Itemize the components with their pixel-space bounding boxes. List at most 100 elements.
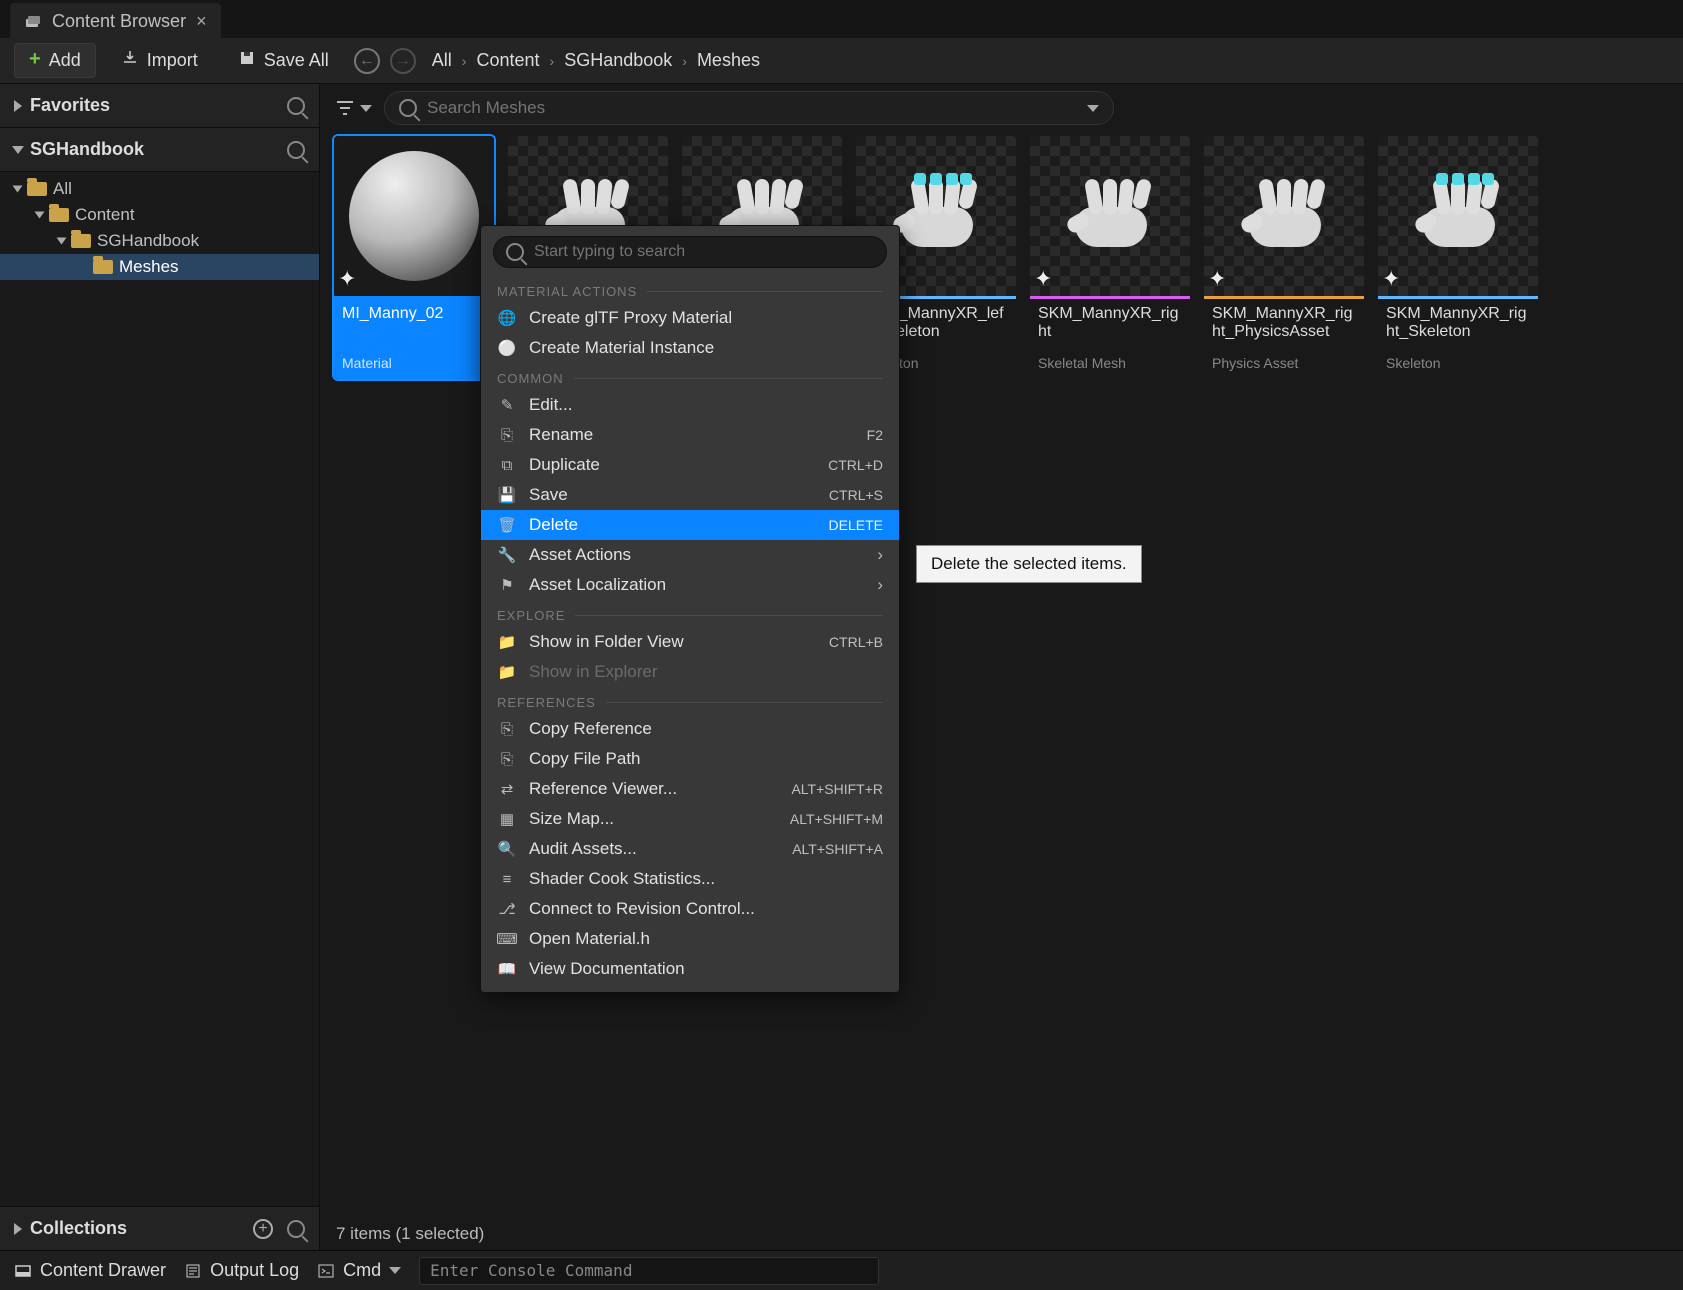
save-all-button[interactable]: Save All: [223, 42, 344, 79]
asset-thumbnail: ✦: [1204, 136, 1364, 296]
context-menu-item-asset-actions[interactable]: 🔧Asset Actions›: [481, 540, 899, 570]
context-menu-item-asset-localization[interactable]: ⚑Asset Localization›: [481, 570, 899, 600]
favorites-section-header[interactable]: Favorites: [0, 84, 319, 128]
rename-icon: ⎘: [497, 425, 517, 445]
asset-type: Physics Asset: [1204, 355, 1364, 379]
context-menu-item-duplicate[interactable]: ⧉DuplicateCTRL+D: [481, 450, 899, 480]
chevron-icon: [35, 212, 45, 219]
tree-row-content[interactable]: Content: [0, 202, 319, 228]
trash-icon: 🗑: [497, 515, 517, 535]
breadcrumb-item[interactable]: Meshes: [697, 50, 760, 71]
context-menu-item-save[interactable]: 💾SaveCTRL+S: [481, 480, 899, 510]
context-menu-item-reference-viewer[interactable]: ⇄Reference Viewer...ALT+SHIFT+R: [481, 774, 899, 804]
search-icon[interactable]: [287, 97, 305, 115]
context-menu-item-connect-to-revision-control[interactable]: ⎇Connect to Revision Control...: [481, 894, 899, 924]
asset-card[interactable]: ✦ SKM_MannyXR_right_PhysicsAssetPhysics A…: [1204, 136, 1364, 379]
chevron-right-icon: ›: [462, 53, 467, 69]
shortcut-label: CTRL+B: [829, 634, 883, 650]
breadcrumb-item[interactable]: SGHandbook: [564, 50, 672, 71]
shortcut-label: ALT+SHIFT+R: [791, 781, 883, 797]
add-button[interactable]: + Add: [14, 43, 96, 78]
context-menu-item-delete[interactable]: 🗑DeleteDELETE: [481, 510, 899, 540]
breadcrumb-item[interactable]: Content: [476, 50, 539, 71]
asset-card[interactable]: ✦MI_Manny_02Material: [334, 136, 494, 379]
context-menu-item-create-material-instance[interactable]: ⚪Create Material Instance: [481, 333, 899, 363]
console-input[interactable]: Enter Console Command: [419, 1257, 879, 1285]
folder-icon: 📁: [497, 632, 517, 652]
context-menu-item-shader-cook-statistics[interactable]: ≡Shader Cook Statistics...: [481, 864, 899, 894]
audit-icon: 🔍: [497, 839, 517, 859]
tree-row-meshes[interactable]: Meshes: [0, 254, 319, 280]
project-section-header[interactable]: SGHandbook: [0, 128, 319, 172]
graph-icon: ⇄: [497, 779, 517, 799]
asset-search-input[interactable]: [384, 91, 1114, 125]
context-menu-item-rename[interactable]: ⎘RenameF2: [481, 420, 899, 450]
filter-button[interactable]: [334, 97, 372, 119]
search-icon[interactable]: [287, 1220, 305, 1238]
context-menu-item-copy-reference[interactable]: ⎘Copy Reference: [481, 714, 899, 744]
context-menu-item-copy-file-path[interactable]: ⎘Copy File Path: [481, 744, 899, 774]
context-menu-item-create-gltf-proxy-material[interactable]: 🌐Create glTF Proxy Material: [481, 303, 899, 333]
search-icon: [506, 243, 524, 261]
folder-icon: [49, 208, 69, 222]
asset-name: SKM_MannyXR_right: [1030, 299, 1190, 355]
asset-card[interactable]: ✦ SKM_MannyXR_right_SkeletonSkeleton: [1378, 136, 1538, 379]
close-icon[interactable]: ×: [196, 11, 207, 32]
context-menu-section-header: REFERENCES: [481, 687, 899, 714]
context-menu-search[interactable]: [493, 236, 887, 268]
tree-row-all[interactable]: All: [0, 176, 319, 202]
content-drawer-button[interactable]: Content Drawer: [14, 1260, 166, 1281]
context-menu-item-edit[interactable]: ✎Edit...: [481, 390, 899, 420]
asset-name: SKM_MannyXR_right_PhysicsAsset: [1204, 299, 1364, 355]
asset-name: MI_Manny_02: [334, 299, 494, 355]
log-icon: [184, 1262, 202, 1280]
context-menu-item-show-in-folder-view[interactable]: 📁Show in Folder ViewCTRL+B: [481, 627, 899, 657]
folder-icon: [93, 260, 113, 274]
sphere-s-icon: ⚪: [497, 338, 517, 358]
collections-section-header[interactable]: Collections +: [0, 1206, 319, 1250]
chevron-right-icon: ›: [877, 575, 883, 595]
shortcut-label: F2: [867, 427, 883, 443]
cmd-dropdown[interactable]: Cmd: [317, 1260, 401, 1281]
chevron-right-icon: ›: [682, 53, 687, 69]
tab-title: Content Browser: [52, 11, 186, 32]
chevron-down-icon[interactable]: [1087, 105, 1099, 112]
import-button[interactable]: Import: [106, 42, 213, 79]
output-log-button[interactable]: Output Log: [184, 1260, 299, 1281]
asset-thumbnail: ✦: [1030, 136, 1190, 296]
folder-icon: [27, 182, 47, 196]
asset-type: Skeleton: [1378, 355, 1538, 379]
breadcrumb-item[interactable]: All: [432, 50, 452, 71]
branch-icon: ⎇: [497, 899, 517, 919]
add-collection-button[interactable]: +: [253, 1219, 273, 1239]
star-icon: ✦: [1208, 266, 1226, 292]
asset-thumbnail: ✦: [1378, 136, 1538, 296]
tooltip: Delete the selected items.: [916, 545, 1142, 583]
context-menu-item-view-documentation[interactable]: 📖View Documentation: [481, 954, 899, 984]
star-icon: ✦: [1382, 266, 1400, 292]
folder-stack-icon: [24, 13, 42, 31]
code-icon: ⌨: [497, 929, 517, 949]
context-menu-section-header: MATERIAL ACTIONS: [481, 276, 899, 303]
chevron-right-icon: [14, 100, 22, 112]
context-menu-item-show-in-explorer: 📁Show in Explorer: [481, 657, 899, 687]
tree-row-sghandbook[interactable]: SGHandbook: [0, 228, 319, 254]
context-menu-item-size-map[interactable]: ▦Size Map...ALT+SHIFT+M: [481, 804, 899, 834]
cook-icon: ≡: [497, 869, 517, 889]
star-icon: ✦: [338, 266, 356, 292]
asset-card[interactable]: ✦SKM_MannyXR_rightSkeletal Mesh: [1030, 136, 1190, 379]
context-menu-item-open-material-h[interactable]: ⌨Open Material.h: [481, 924, 899, 954]
asset-name: SKM_MannyXR_right_Skeleton: [1378, 299, 1538, 355]
shortcut-label: ALT+SHIFT+M: [790, 811, 883, 827]
context-menu-section-header: COMMON: [481, 363, 899, 390]
dup-icon: ⧉: [497, 455, 517, 475]
context-menu-item-audit-assets[interactable]: 🔍Audit Assets...ALT+SHIFT+A: [481, 834, 899, 864]
copy-icon: ⎘: [497, 719, 517, 739]
search-icon[interactable]: [287, 141, 305, 159]
nav-back-button[interactable]: ←: [354, 48, 380, 74]
tab-content-browser[interactable]: Content Browser ×: [10, 3, 221, 38]
pencil-icon: ✎: [497, 395, 517, 415]
nav-forward-button[interactable]: →: [390, 48, 416, 74]
chevron-down-icon: [12, 146, 24, 154]
status-bar: 7 items (1 selected): [320, 1218, 1683, 1250]
